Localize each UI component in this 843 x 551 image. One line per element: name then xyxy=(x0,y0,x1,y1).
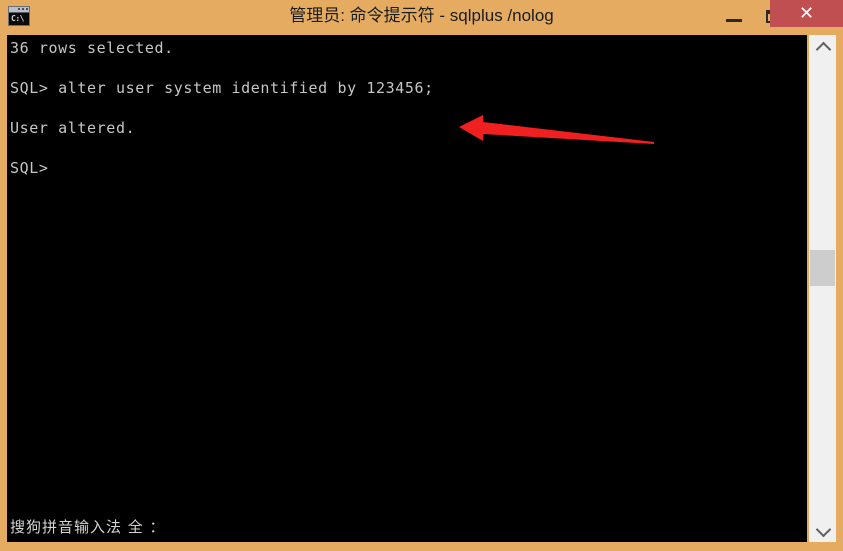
minimize-icon xyxy=(726,19,742,22)
console-text: 36 rows selected. SQL> alter user system… xyxy=(10,39,434,177)
console-output-area[interactable]: 36 rows selected. SQL> alter user system… xyxy=(7,35,807,542)
scrollbar-thumb[interactable] xyxy=(810,250,835,286)
ime-status-text: 搜狗拼音输入法 全 ： xyxy=(10,518,166,536)
vertical-scrollbar[interactable] xyxy=(809,35,836,542)
scroll-down-button[interactable] xyxy=(809,518,836,542)
minimize-button[interactable] xyxy=(714,0,754,31)
scroll-up-button[interactable] xyxy=(809,35,836,59)
chevron-down-icon xyxy=(815,521,831,538)
icon-prompt-text: C:\ xyxy=(11,14,24,23)
close-button[interactable]: ✕ xyxy=(770,0,843,27)
red-arrow-annotation xyxy=(459,115,654,144)
close-icon: ✕ xyxy=(798,3,815,23)
command-prompt-icon[interactable]: C:\ xyxy=(8,6,30,26)
scrollbar-track-upper[interactable] xyxy=(809,59,836,250)
scrollbar-track-lower[interactable] xyxy=(809,286,836,518)
chevron-up-icon xyxy=(815,41,831,58)
console-window: C:\ 管理员: 命令提示符 - sqlplus /nolog ✕ 36 row… xyxy=(0,0,843,551)
title-bar[interactable]: C:\ 管理员: 命令提示符 - sqlplus /nolog ✕ xyxy=(0,0,843,31)
